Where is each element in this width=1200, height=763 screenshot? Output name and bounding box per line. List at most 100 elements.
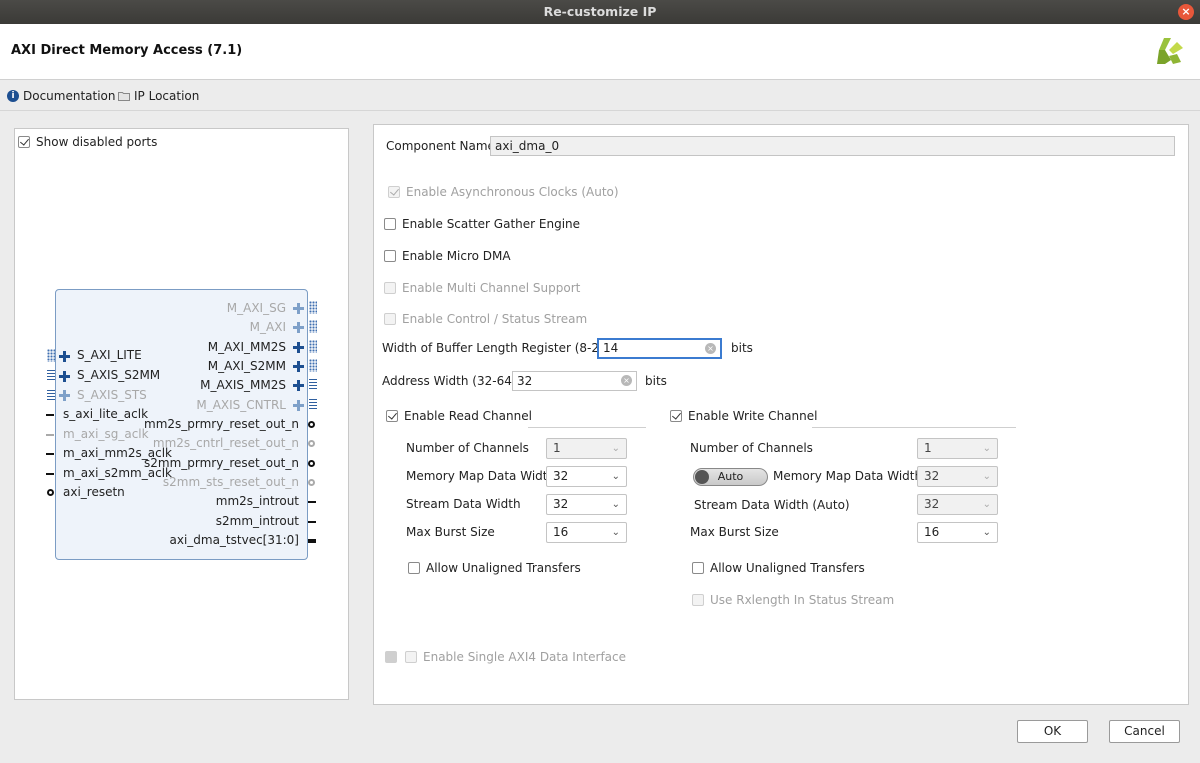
write-stream-width-label: Stream Data Width (Auto)	[694, 498, 850, 512]
multi-channel-checkbox[interactable]	[384, 282, 396, 294]
address-width-unit: bits	[645, 374, 667, 388]
chevron-down-icon: ⌄	[611, 471, 620, 482]
port-m-axis-mm2s: M_AXIS_MM2S	[200, 378, 286, 392]
m-axis-mm2s-expand-icon[interactable]	[293, 380, 304, 391]
component-name-label: Component Name	[386, 139, 495, 153]
chevron-down-icon: ⌄	[611, 499, 620, 510]
micro-dma-row[interactable]: Enable Micro DMA	[384, 249, 511, 263]
s-axi-lite-expand-icon[interactable]	[59, 351, 70, 362]
m-axis-cntrl-expand-icon[interactable]	[293, 400, 304, 411]
page-title: AXI Direct Memory Access (7.1)	[11, 43, 243, 58]
m-axi-s2mm-expand-icon[interactable]	[293, 361, 304, 372]
scatter-gather-row[interactable]: Enable Scatter Gather Engine	[384, 217, 580, 231]
write-mm-width-select[interactable]: 32 ⌄	[917, 466, 998, 487]
read-stream-width-label: Stream Data Width	[406, 497, 521, 511]
mm2s-prmry-reset-pin	[308, 421, 315, 428]
write-max-burst-label: Max Burst Size	[690, 525, 779, 539]
read-channel-label: Enable Read Channel	[404, 409, 532, 423]
clear-icon[interactable]: ×	[705, 343, 716, 354]
m-axi-sg-expand-icon[interactable]	[293, 303, 304, 314]
write-channel-row[interactable]: Enable Write Channel	[670, 409, 817, 423]
m-axi-mm2s-expand-icon[interactable]	[293, 342, 304, 353]
port-s-axis-s2mm: S_AXIS_S2MM	[77, 368, 161, 382]
s-axis-s2mm-expand-icon[interactable]	[59, 371, 70, 382]
close-icon[interactable]: ×	[1178, 4, 1194, 20]
port-m-axi-mm2s: M_AXI_MM2S	[207, 340, 286, 354]
m-axi-sg-aclk-pin	[46, 434, 54, 436]
port-mm2s-prmry-reset-out-n: mm2s_prmry_reset_out_n	[144, 417, 299, 431]
port-s2mm-introut: s2mm_introut	[215, 514, 299, 528]
s-axis-sts-connector	[47, 390, 55, 401]
documentation-link[interactable]: i Documentation	[7, 89, 116, 103]
read-max-burst-value: 16	[553, 525, 569, 539]
write-channel-checkbox[interactable]	[670, 410, 682, 422]
read-unaligned-checkbox[interactable]	[408, 562, 420, 574]
ok-button[interactable]: OK	[1017, 720, 1088, 743]
documentation-label: Documentation	[23, 89, 116, 103]
read-channel-row[interactable]: Enable Read Channel	[386, 409, 532, 423]
port-m-axi-sg-aclk: m_axi_sg_aclk	[63, 427, 149, 441]
port-axi-resetn: axi_resetn	[63, 485, 125, 499]
s-axis-s2mm-connector	[47, 370, 55, 381]
s-axis-sts-expand-icon[interactable]	[59, 390, 70, 401]
rxlength-checkbox[interactable]	[692, 594, 704, 606]
async-clocks-checkbox[interactable]	[388, 186, 400, 198]
show-disabled-ports-label: Show disabled ports	[36, 135, 158, 149]
read-num-channels-select[interactable]: 1 ⌄	[546, 438, 627, 459]
chevron-down-icon: ⌄	[982, 471, 991, 482]
s2mm-sts-reset-pin	[308, 479, 315, 486]
xilinx-logo-icon	[1157, 38, 1183, 64]
single-axi4-label: Enable Single AXI4 Data Interface	[423, 650, 627, 664]
write-channel-label: Enable Write Channel	[688, 409, 818, 423]
write-num-channels-select[interactable]: 1 ⌄	[917, 438, 998, 459]
control-status-row: Enable Control / Status Stream	[384, 312, 587, 326]
auto-toggle[interactable]: Auto	[693, 468, 768, 486]
write-max-burst-value: 16	[924, 525, 940, 539]
toggle-knob	[695, 470, 709, 484]
m-axi-expand-icon[interactable]	[293, 322, 304, 333]
write-unaligned-row[interactable]: Allow Unaligned Transfers	[692, 561, 865, 575]
read-unaligned-label: Allow Unaligned Transfers	[426, 561, 581, 575]
read-mm-width-select[interactable]: 32 ⌄	[546, 466, 627, 487]
m-axis-mm2s-connector	[309, 379, 317, 390]
show-disabled-ports-row[interactable]: Show disabled ports	[18, 135, 157, 149]
chevron-down-icon: ⌄	[982, 443, 991, 454]
single-axi4-indicator	[385, 651, 397, 663]
buffer-length-label: Width of Buffer Length Register (8-26)	[382, 341, 612, 355]
control-status-checkbox[interactable]	[384, 313, 396, 325]
address-width-field[interactable]: 32 ×	[512, 371, 637, 391]
mm2s-introut-pin	[308, 501, 316, 503]
scatter-gather-checkbox[interactable]	[384, 218, 396, 230]
read-unaligned-row[interactable]: Allow Unaligned Transfers	[408, 561, 581, 575]
axi-resetn-pin	[47, 489, 54, 496]
read-num-channels-value: 1	[553, 441, 561, 455]
s-axi-lite-connector	[47, 349, 55, 362]
write-unaligned-checkbox[interactable]	[692, 562, 704, 574]
clear-icon[interactable]: ×	[621, 375, 632, 386]
write-stream-width-value: 32	[924, 497, 940, 511]
write-max-burst-select[interactable]: 16 ⌄	[917, 522, 998, 543]
m-axis-cntrl-connector	[309, 399, 317, 410]
port-m-axi: M_AXI	[249, 320, 286, 334]
async-clocks-row: Enable Asynchronous Clocks (Auto)	[388, 185, 619, 199]
single-axi4-checkbox[interactable]	[405, 651, 417, 663]
chevron-down-icon: ⌄	[611, 527, 620, 538]
chevron-down-icon: ⌄	[982, 527, 991, 538]
read-max-burst-select[interactable]: 16 ⌄	[546, 522, 627, 543]
port-axi-dma-tstvec: axi_dma_tstvec[31:0]	[169, 533, 299, 547]
cancel-button[interactable]: Cancel	[1109, 720, 1180, 743]
micro-dma-checkbox[interactable]	[384, 250, 396, 262]
links-bar: i Documentation IP Location	[0, 81, 1200, 111]
port-m-axis-cntrl: M_AXIS_CNTRL	[196, 398, 286, 412]
port-mm2s-cntrl-reset-out-n: mm2s_cntrl_reset_out_n	[152, 436, 299, 450]
read-stream-width-select[interactable]: 32 ⌄	[546, 494, 627, 515]
port-mm2s-introut: mm2s_introut	[215, 494, 299, 508]
port-m-axi-sg: M_AXI_SG	[226, 301, 286, 315]
read-channel-checkbox[interactable]	[386, 410, 398, 422]
ip-location-link[interactable]: IP Location	[118, 89, 199, 103]
buffer-length-field[interactable]: 14 ×	[597, 338, 722, 359]
show-disabled-ports-checkbox[interactable]	[18, 136, 30, 148]
write-stream-width-select[interactable]: 32 ⌄	[917, 494, 998, 515]
single-axi4-row: Enable Single AXI4 Data Interface	[385, 650, 626, 664]
component-name-field[interactable]: axi_dma_0	[490, 136, 1175, 156]
